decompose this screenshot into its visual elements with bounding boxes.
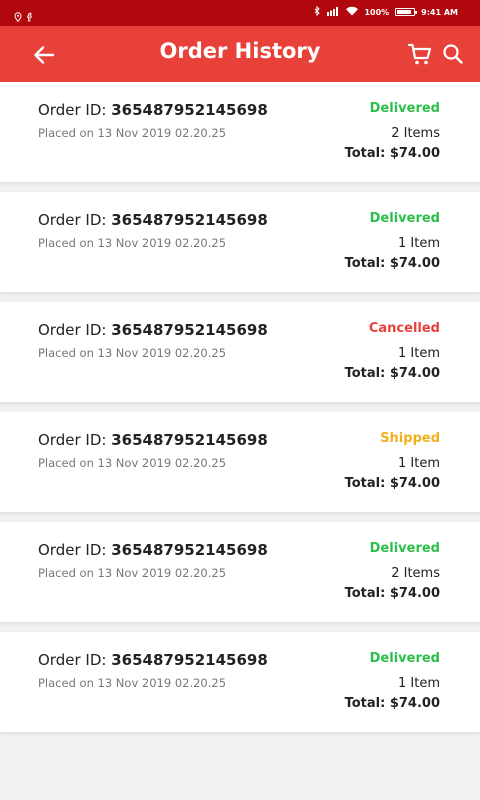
- order-id: Order ID: 365487952145698: [38, 651, 268, 669]
- order-card[interactable]: Order ID: 365487952145698 Placed on 13 N…: [0, 192, 480, 292]
- order-id-number: 365487952145698: [111, 211, 268, 229]
- order-id: Order ID: 365487952145698: [38, 211, 268, 229]
- order-status: Shipped: [380, 431, 440, 446]
- order-card[interactable]: Order ID: 365487952145698 Placed on 13 N…: [0, 632, 480, 732]
- order-total: Total: $74.00: [344, 586, 440, 601]
- order-id: Order ID: 365487952145698: [38, 431, 268, 449]
- order-id-number: 365487952145698: [111, 541, 268, 559]
- order-items-count: 1 Item: [398, 236, 440, 251]
- wifi-icon: [346, 6, 359, 18]
- signal-icon: [327, 6, 340, 18]
- order-card[interactable]: Order ID: 365487952145698 Placed on 13 N…: [0, 522, 480, 622]
- order-id: Order ID: 365487952145698: [38, 101, 268, 119]
- order-placed-date: Placed on 13 Nov 2019 02.20.25: [38, 566, 227, 580]
- search-icon: [443, 44, 463, 64]
- order-card[interactable]: Order ID: 365487952145698 Placed on 13 N…: [0, 412, 480, 512]
- order-id-label: Order ID:: [38, 321, 112, 339]
- cart-icon: [407, 43, 432, 65]
- order-status: Cancelled: [368, 321, 440, 336]
- order-items-count: 2 Items: [391, 126, 440, 141]
- battery-percent: 100%: [364, 7, 390, 17]
- order-card[interactable]: Order ID: 365487952145698 Placed on 13 N…: [0, 82, 480, 182]
- order-id-number: 365487952145698: [111, 431, 268, 449]
- status-time: 9:41 AM: [421, 7, 458, 17]
- battery-icon: [395, 8, 418, 16]
- order-id: Order ID: 365487952145698: [38, 321, 268, 339]
- order-total: Total: $74.00: [344, 366, 440, 381]
- order-card[interactable]: Order ID: 365487952145698 Placed on 13 N…: [0, 302, 480, 402]
- order-list: Order ID: 365487952145698 Placed on 13 N…: [0, 82, 480, 742]
- search-button[interactable]: [442, 42, 464, 66]
- order-status: Delivered: [369, 651, 440, 666]
- order-status: Delivered: [369, 101, 440, 116]
- order-id-label: Order ID:: [38, 101, 112, 119]
- bluetooth-icon: [314, 5, 321, 18]
- order-total: Total: $74.00: [344, 256, 440, 271]
- order-id-label: Order ID:: [38, 541, 112, 559]
- order-id-number: 365487952145698: [111, 101, 268, 119]
- order-id-number: 365487952145698: [111, 651, 268, 669]
- status-bar: 100% 9:41 AM: [0, 0, 480, 26]
- order-total: Total: $74.00: [344, 696, 440, 711]
- order-id: Order ID: 365487952145698: [38, 541, 268, 559]
- order-placed-date: Placed on 13 Nov 2019 02.20.25: [38, 676, 227, 690]
- order-items-count: 1 Item: [398, 456, 440, 471]
- app-bar: Order History: [0, 26, 480, 82]
- facebook-icon: [26, 7, 34, 26]
- location-icon: [14, 7, 22, 26]
- order-id-label: Order ID:: [38, 651, 112, 669]
- order-id-label: Order ID:: [38, 211, 112, 229]
- cart-button[interactable]: [407, 42, 433, 68]
- order-status: Delivered: [369, 211, 440, 226]
- order-total: Total: $74.00: [344, 146, 440, 161]
- order-placed-date: Placed on 13 Nov 2019 02.20.25: [38, 456, 227, 470]
- order-placed-date: Placed on 13 Nov 2019 02.20.25: [38, 126, 227, 140]
- order-total: Total: $74.00: [344, 476, 440, 491]
- status-right: 100% 9:41 AM: [314, 5, 458, 18]
- order-items-count: 1 Item: [398, 346, 440, 361]
- order-placed-date: Placed on 13 Nov 2019 02.20.25: [38, 236, 227, 250]
- order-id-label: Order ID:: [38, 431, 112, 449]
- order-placed-date: Placed on 13 Nov 2019 02.20.25: [38, 346, 227, 360]
- battery-level: [397, 10, 411, 14]
- status-left: [14, 7, 34, 26]
- order-items-count: 1 Item: [398, 676, 440, 691]
- order-status: Delivered: [369, 541, 440, 556]
- order-items-count: 2 Items: [391, 566, 440, 581]
- order-id-number: 365487952145698: [111, 321, 268, 339]
